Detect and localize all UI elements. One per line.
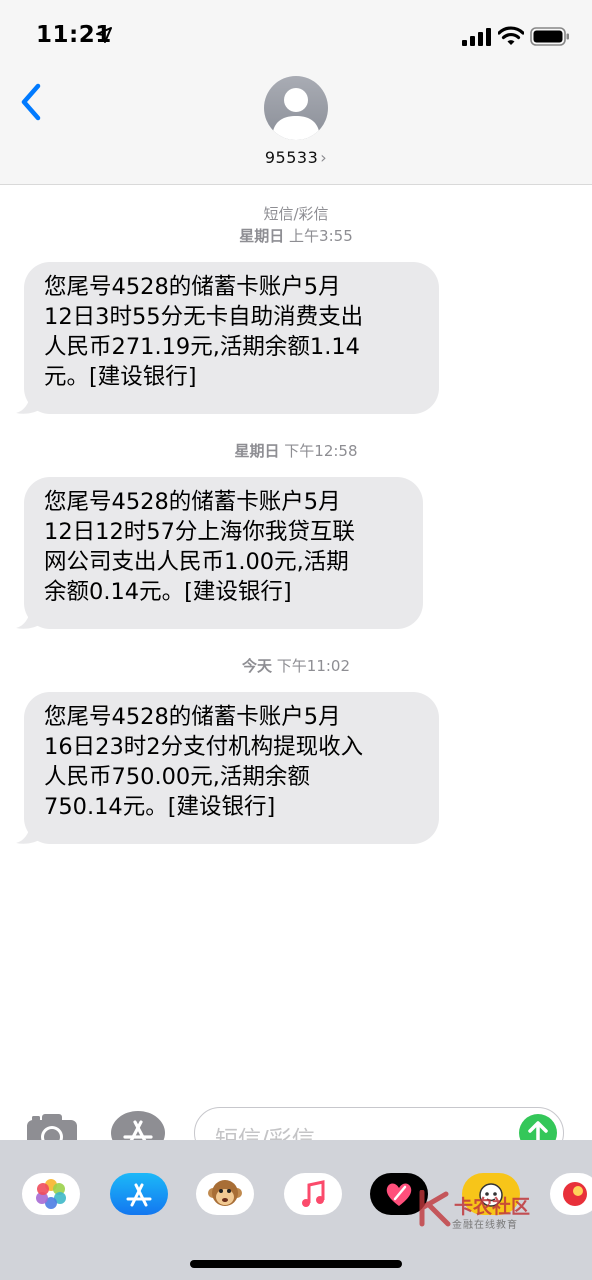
chevron-right-icon: › bbox=[320, 148, 328, 167]
watermark-title: 卡农社区 bbox=[454, 1196, 531, 1218]
message-bubble[interactable]: 您尾号4528的储蓄卡账户5月 12日3时55分无卡自助消费支出 人民币271.… bbox=[24, 262, 439, 414]
wifi-icon bbox=[498, 26, 524, 45]
timestamp: 星期日 下午12:58 bbox=[0, 441, 592, 462]
imessage-app-strip: 卡农社区 金融在线教育 bbox=[0, 1140, 592, 1280]
timestamp-day: 今天 bbox=[241, 657, 272, 675]
message-bubble[interactable]: 您尾号4528的储蓄卡账户5月 16日23时2分支付机构提现收入 人民币750.… bbox=[24, 692, 439, 844]
timestamp: 今天 下午11:02 bbox=[0, 656, 592, 677]
app-store-icon[interactable] bbox=[110, 1173, 168, 1215]
timestamp: 星期日 上午3:55 bbox=[0, 226, 592, 247]
timestamp-time: 下午12:58 bbox=[284, 442, 358, 460]
timestamp-service: 短信/彩信 bbox=[263, 205, 329, 223]
contact-name: 95533 bbox=[264, 148, 319, 167]
photos-flower bbox=[36, 1179, 66, 1209]
timestamp-day: 星期日 bbox=[239, 227, 285, 245]
watermark: 卡农社区 金融在线教育 bbox=[418, 1190, 548, 1231]
watermark-logo-icon bbox=[419, 1190, 451, 1227]
location-arrow-icon bbox=[96, 27, 112, 43]
music-icon[interactable] bbox=[284, 1173, 342, 1215]
navigation-header: 11:21 95533 › bbox=[0, 0, 592, 185]
extra-app-icon[interactable] bbox=[550, 1173, 592, 1215]
contact-name-button[interactable]: 95533 › bbox=[0, 148, 592, 167]
extra-app-glyph bbox=[563, 1182, 587, 1206]
home-indicator[interactable] bbox=[190, 1260, 402, 1268]
animoji-icon[interactable] bbox=[196, 1173, 254, 1215]
message-bubble[interactable]: 您尾号4528的储蓄卡账户5月 12日12时57分上海你我贷互联 网公司支出人民… bbox=[24, 477, 423, 629]
music-note bbox=[302, 1180, 325, 1207]
watermark-subtitle: 金融在线教育 bbox=[452, 1220, 518, 1231]
person-silhouette-icon bbox=[272, 88, 320, 140]
back-chevron-icon[interactable] bbox=[16, 82, 46, 122]
timestamp-day: 星期日 bbox=[234, 442, 280, 460]
cellular-signal-icon bbox=[462, 28, 491, 46]
timestamp-time: 下午11:02 bbox=[276, 657, 351, 675]
heart-glyph bbox=[386, 1183, 412, 1206]
contact-avatar[interactable] bbox=[264, 76, 328, 140]
photos-icon[interactable] bbox=[22, 1173, 80, 1215]
app-store-glyph bbox=[126, 1183, 152, 1207]
monkey-face bbox=[208, 1180, 242, 1206]
timestamp-time: 上午3:55 bbox=[289, 227, 353, 245]
battery-icon bbox=[530, 27, 569, 46]
